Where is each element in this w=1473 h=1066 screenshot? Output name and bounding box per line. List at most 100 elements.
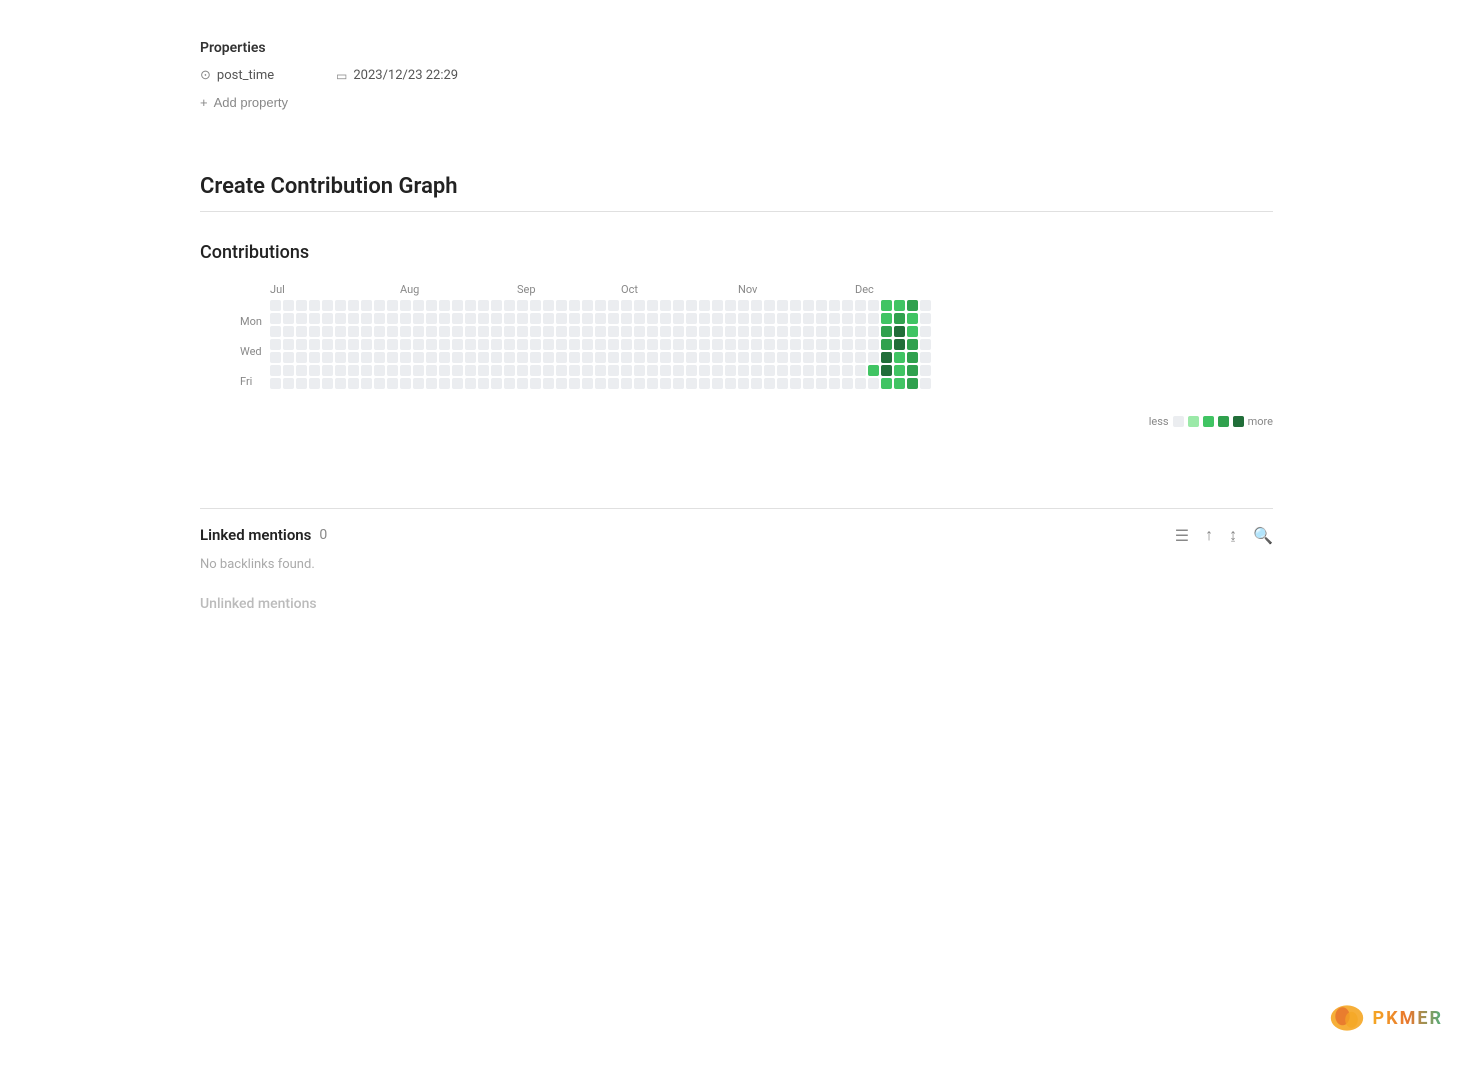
grid-cell (920, 313, 931, 324)
month-label-oct: Oct (621, 283, 738, 296)
grid-cell (842, 339, 853, 350)
grid-row-1 (270, 313, 931, 324)
grid-cell (712, 326, 723, 337)
grid-cell (647, 326, 658, 337)
grid-cell (478, 326, 489, 337)
grid-cell (738, 365, 749, 376)
month-label-jul: Jul (270, 283, 400, 296)
legend-cell-2 (1203, 416, 1214, 427)
grid-cell (660, 300, 671, 311)
grid-cell (478, 365, 489, 376)
grid-cell (699, 339, 710, 350)
grid-cell (777, 313, 788, 324)
grid-cell (634, 352, 645, 363)
grid-cell (881, 352, 892, 363)
grid-cell (452, 300, 463, 311)
grid-cell (764, 352, 775, 363)
grid-cell (725, 326, 736, 337)
grid-cell (686, 352, 697, 363)
grid-cell (309, 365, 320, 376)
month-label-dec: Dec (855, 283, 959, 296)
grid-cell (855, 313, 866, 324)
grid-cell (803, 352, 814, 363)
grid-cell (764, 326, 775, 337)
grid-cell (855, 352, 866, 363)
grid-cell (725, 352, 736, 363)
grid-cell (374, 352, 385, 363)
list-view-icon[interactable]: ☰ (1175, 526, 1189, 545)
grid-cell (361, 300, 372, 311)
grid-cell (751, 339, 762, 350)
grid-cell (400, 300, 411, 311)
grid-cell (270, 352, 281, 363)
grid-cell (842, 300, 853, 311)
grid-cell (621, 326, 632, 337)
grid-cell (621, 339, 632, 350)
property-date-value: 2023/12/23 22:29 (353, 68, 458, 83)
grid-cell (647, 352, 658, 363)
grid-cell (335, 365, 346, 376)
grid-cell (790, 300, 801, 311)
search-icon[interactable]: 🔍 (1253, 526, 1273, 545)
grid-cell (452, 365, 463, 376)
clock-icon: ⊙ (200, 68, 211, 83)
grid-cell (543, 326, 554, 337)
grid-cell (569, 326, 580, 337)
legend-cell-3 (1218, 416, 1229, 427)
grid-cell (491, 339, 502, 350)
grid-cell (907, 326, 918, 337)
grid-row-3 (270, 339, 931, 350)
grid-cell (413, 352, 424, 363)
pkmer-logo: PKMER (1329, 1000, 1443, 1036)
grid-cell (504, 352, 515, 363)
grid-cell (699, 326, 710, 337)
grid-cell (465, 339, 476, 350)
grid-cell (868, 378, 879, 389)
grid-cell (920, 378, 931, 389)
day-labels: Sun Mon Tue Wed Thu Fri Sat (240, 300, 262, 405)
add-property-button[interactable]: + Add property (200, 91, 288, 114)
properties-section: Properties ⊙ post_time ▭ 2023/12/23 22:2… (200, 40, 1273, 114)
grid-cell (348, 378, 359, 389)
grid-row-0 (270, 300, 931, 311)
grid-cell (478, 339, 489, 350)
grid-row-2 (270, 326, 931, 337)
grid-cell (881, 300, 892, 311)
sort-asc-icon[interactable]: ↑ (1205, 525, 1213, 545)
grid-cell (465, 352, 476, 363)
grid-cell (881, 313, 892, 324)
grid-cell (790, 326, 801, 337)
grid-cell (296, 365, 307, 376)
grid-cell (569, 365, 580, 376)
grid-cell (556, 352, 567, 363)
grid-cell (491, 326, 502, 337)
grid-cell (426, 365, 437, 376)
grid-cell (413, 339, 424, 350)
grid-cell (582, 378, 593, 389)
grid-cell (556, 313, 567, 324)
month-label-sep: Sep (517, 283, 621, 296)
grid-cell (387, 326, 398, 337)
grid-cell (387, 352, 398, 363)
grid-cell (803, 300, 814, 311)
grid-cell (686, 300, 697, 311)
grid-cell (634, 326, 645, 337)
grid-cell (387, 378, 398, 389)
grid-cell (790, 352, 801, 363)
grid-cell (894, 313, 905, 324)
grid-cell (270, 326, 281, 337)
properties-title: Properties (200, 40, 1273, 56)
grid-cell (387, 300, 398, 311)
grid-cell (816, 339, 827, 350)
grid-cell (686, 365, 697, 376)
grid-cell (439, 300, 450, 311)
sort-desc-icon[interactable]: ↨ (1229, 525, 1237, 545)
grid-cell (426, 326, 437, 337)
property-row-post-time: ⊙ post_time ▭ 2023/12/23 22:29 (200, 68, 1273, 83)
grid-cell (283, 352, 294, 363)
grid-cell (803, 339, 814, 350)
grid-cell (556, 326, 567, 337)
grid-cell (335, 352, 346, 363)
grid-cell (439, 339, 450, 350)
grid-cell (621, 300, 632, 311)
